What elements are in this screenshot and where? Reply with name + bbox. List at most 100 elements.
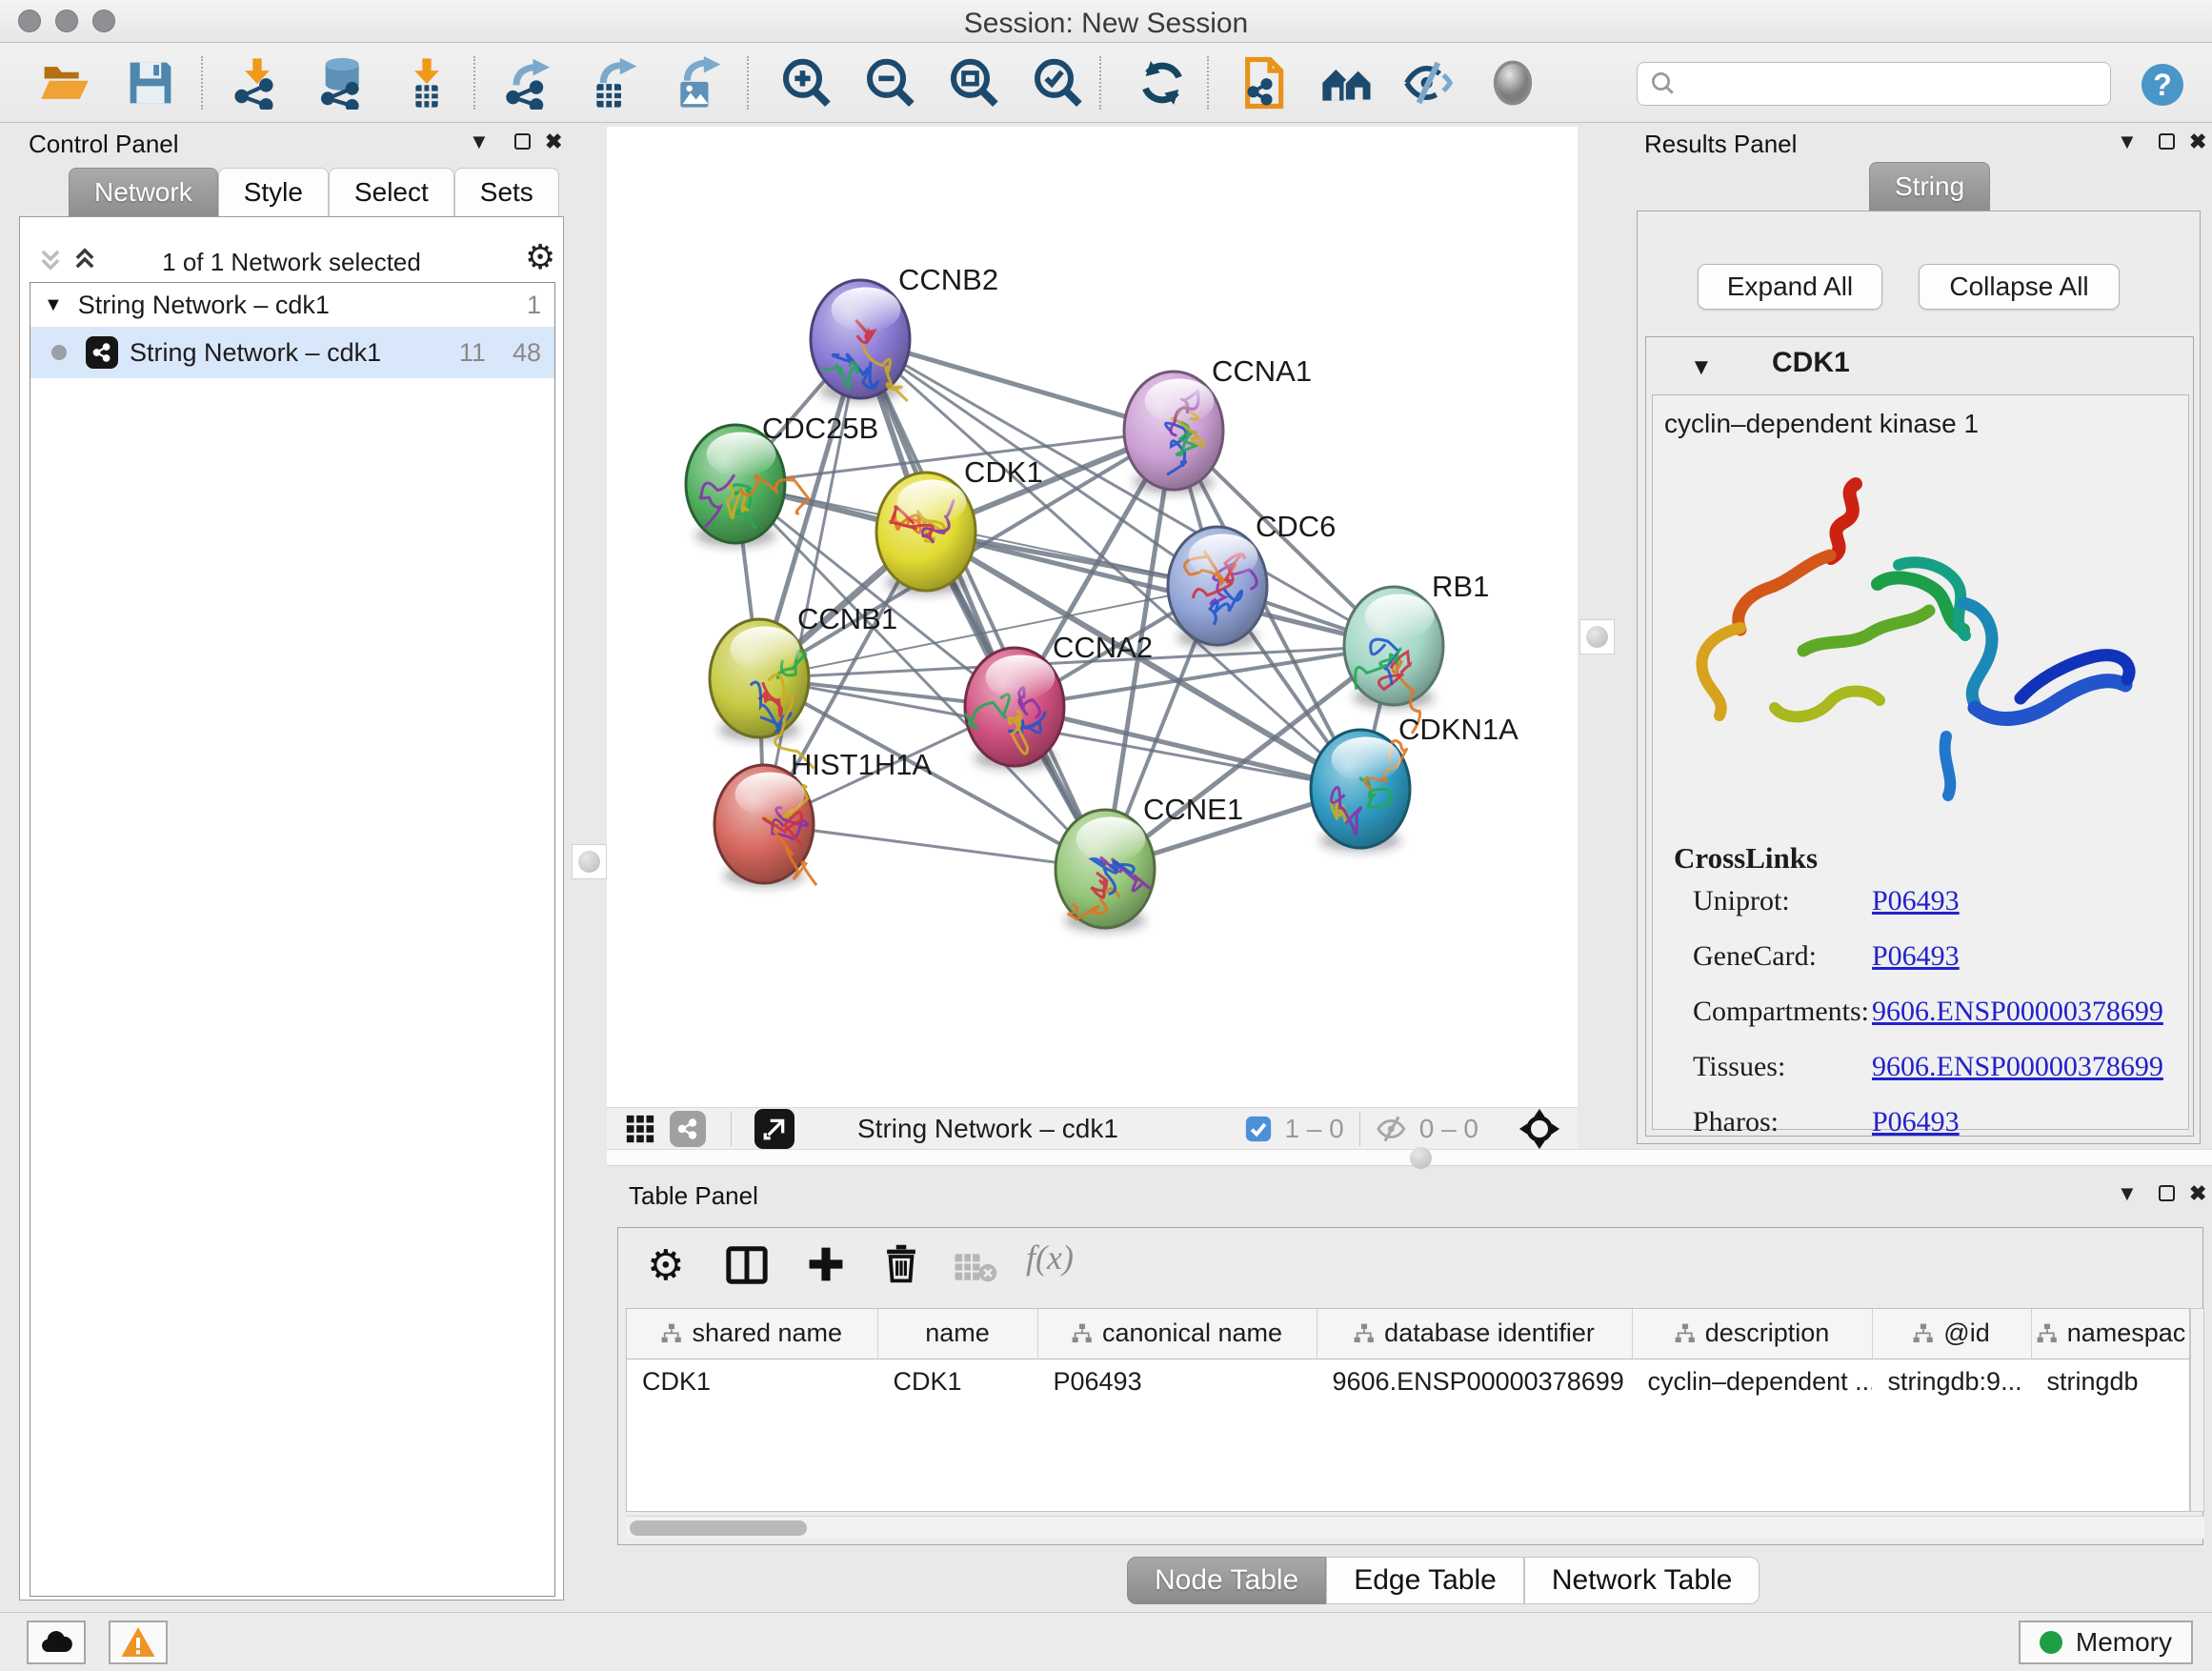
node-CCNE1[interactable]: CCNE1 (1056, 793, 1243, 932)
protein-section: ▼ CDK1 cyclin–dependent kinase 1 (1645, 336, 2194, 1137)
zoom-in-button[interactable] (779, 56, 833, 110)
inactive-eye-button[interactable] (1486, 56, 1539, 110)
table-settings-gear-icon[interactable]: ⚙ (647, 1241, 684, 1290)
node-CCNB2[interactable]: CCNB2 (811, 263, 998, 402)
grid-view-icon[interactable] (624, 1113, 656, 1145)
node-CDKN1A[interactable]: CDKN1A (1311, 713, 1518, 852)
export-network-button[interactable] (503, 56, 556, 110)
protein-details: cyclin–dependent kinase 1 (1652, 394, 2189, 1130)
birdseye-view-icon[interactable] (754, 1109, 794, 1149)
zoom-out-button[interactable] (863, 56, 916, 110)
results-panel-menu-icon[interactable]: ▼ (2117, 131, 2138, 152)
table-panel-close-icon[interactable]: ✖ (2189, 1183, 2206, 1204)
protein-structure-image (1660, 451, 2182, 822)
node-RB1[interactable]: RB1 (1344, 570, 1489, 734)
toolbar-separator (747, 56, 749, 110)
crosslink-link[interactable]: 9606.ENSP00000378699 (1872, 996, 2163, 1028)
edge-CCNA2-CDKN1A[interactable] (1015, 707, 1360, 789)
crosslink-link[interactable]: P06493 (1872, 885, 1960, 917)
node-label-CCNB1: CCNB1 (797, 602, 897, 635)
crosslink-link[interactable]: P06493 (1872, 940, 1960, 973)
column-header-name[interactable]: name (877, 1309, 1037, 1359)
zoom-fit-button[interactable] (947, 56, 1000, 110)
tab-style[interactable]: Style (218, 168, 329, 217)
control-panel-menu-icon[interactable]: ▼ (469, 131, 490, 152)
crosslink-link[interactable]: 9606.ENSP00000378699 (1872, 1051, 2163, 1083)
warnings-button[interactable] (109, 1621, 168, 1664)
table-row[interactable]: CDK1CDK1P064939606.ENSP00000378699cyclin… (627, 1359, 2190, 1404)
memory-status-icon (2040, 1631, 2062, 1654)
apply-layout-button[interactable] (1136, 56, 1189, 110)
crosslink-link[interactable]: P06493 (1872, 1106, 1960, 1138)
protein-collapse-icon[interactable]: ▼ (1690, 354, 1713, 381)
table-panel-menu-icon[interactable]: ▼ (2117, 1183, 2138, 1204)
export-table-button[interactable] (588, 56, 641, 110)
tab-string[interactable]: String (1869, 162, 1990, 211)
control-panel-float-icon[interactable] (514, 133, 531, 150)
delete-column-trash-icon[interactable] (881, 1243, 921, 1283)
control-panel-close-icon[interactable]: ✖ (545, 131, 562, 152)
collection-expand-icon[interactable]: ▼ (44, 294, 63, 316)
cloud-button[interactable] (27, 1621, 86, 1664)
open-session-button[interactable] (38, 56, 91, 110)
function-builder-icon[interactable]: f(x) (1026, 1238, 1074, 1278)
delete-table-icon[interactable] (954, 1251, 997, 1283)
splitter-knob-icon (1586, 626, 1608, 648)
edge-HIST1H1A-CCNE1[interactable] (764, 824, 1105, 869)
results-panel-tabs: String (1869, 162, 1990, 211)
add-column-icon[interactable] (805, 1243, 847, 1285)
eye-slash-icon (1402, 56, 1456, 110)
search-input[interactable] (1678, 70, 2099, 99)
left-splitter-handle[interactable] (572, 844, 607, 879)
hidden-eye-icon[interactable] (1376, 1113, 1408, 1145)
import-network-file-button[interactable] (231, 56, 284, 110)
column-header--id[interactable]: @id (1872, 1309, 2031, 1359)
results-panel-float-icon[interactable] (2159, 133, 2175, 150)
network-options-gear-icon[interactable]: ⚙ (525, 238, 555, 277)
network-selector-status: 1 of 1 Network selected (20, 248, 563, 277)
zoom-selected-button[interactable] (1031, 56, 1084, 110)
share-document-button[interactable] (1237, 56, 1290, 110)
tab-select[interactable]: Select (329, 168, 454, 217)
hide-panel-button[interactable] (1402, 56, 1456, 110)
network-share-view-icon[interactable] (670, 1111, 706, 1147)
tab-edge-table[interactable]: Edge Table (1326, 1557, 1524, 1604)
import-network-database-button[interactable] (314, 56, 368, 110)
column-header-database-identifier[interactable]: database identifier (1317, 1309, 1632, 1359)
show-columns-icon[interactable] (725, 1243, 769, 1287)
houses-icon (1320, 56, 1374, 110)
tab-network-table[interactable]: Network Table (1524, 1557, 1760, 1604)
right-splitter-handle[interactable] (1579, 619, 1615, 654)
results-panel-close-icon[interactable]: ✖ (2189, 131, 2206, 152)
collapse-all-button[interactable]: Collapse All (1919, 264, 2120, 310)
network-collection-row[interactable]: ▼ String Network – cdk1 1 (30, 283, 554, 327)
save-session-button[interactable] (124, 56, 177, 110)
table-panel-float-icon[interactable] (2159, 1185, 2175, 1201)
column-header-canonical-name[interactable]: canonical name (1037, 1309, 1317, 1359)
column-header-namespac[interactable]: namespac (2031, 1309, 2190, 1359)
tab-network[interactable]: Network (69, 168, 218, 217)
table-horizontal-scrollbar[interactable] (626, 1516, 2204, 1539)
help-button[interactable]: ? (2140, 62, 2185, 108)
export-image-button[interactable] (672, 56, 725, 110)
tab-sets[interactable]: Sets (454, 168, 559, 217)
import-table-file-button[interactable] (400, 56, 453, 110)
show-all-networks-button[interactable] (1320, 56, 1374, 110)
network-canvas[interactable]: CCNB2CCNA1CDC25BCDK1CDC6RB1CCNB1CCNA2CDK… (607, 127, 1578, 1107)
table-vertical-scrollbar[interactable] (2190, 1308, 2204, 1512)
fit-content-crosshair-icon[interactable] (1518, 1108, 1560, 1150)
node-CDC25B[interactable]: CDC25B (686, 412, 878, 547)
column-header-shared-name[interactable]: shared name (627, 1309, 877, 1359)
node-label-CDC25B: CDC25B (762, 412, 878, 445)
tab-node-table[interactable]: Node Table (1127, 1557, 1326, 1604)
toolbar-separator (1099, 56, 1101, 110)
table-panel-title: Table Panel (629, 1181, 758, 1211)
memory-button[interactable]: Memory (2019, 1621, 2193, 1664)
node-CCNB1[interactable]: CCNB1 (710, 602, 897, 769)
column-header-description[interactable]: description (1632, 1309, 1872, 1359)
scrollbar-thumb[interactable] (630, 1520, 807, 1536)
node-HIST1H1A[interactable]: HIST1H1A (714, 748, 932, 887)
selected-checkbox[interactable] (1244, 1115, 1273, 1143)
expand-all-button[interactable]: Expand All (1698, 264, 1882, 310)
network-row-selected[interactable]: String Network – cdk1 11 48 (30, 327, 554, 378)
